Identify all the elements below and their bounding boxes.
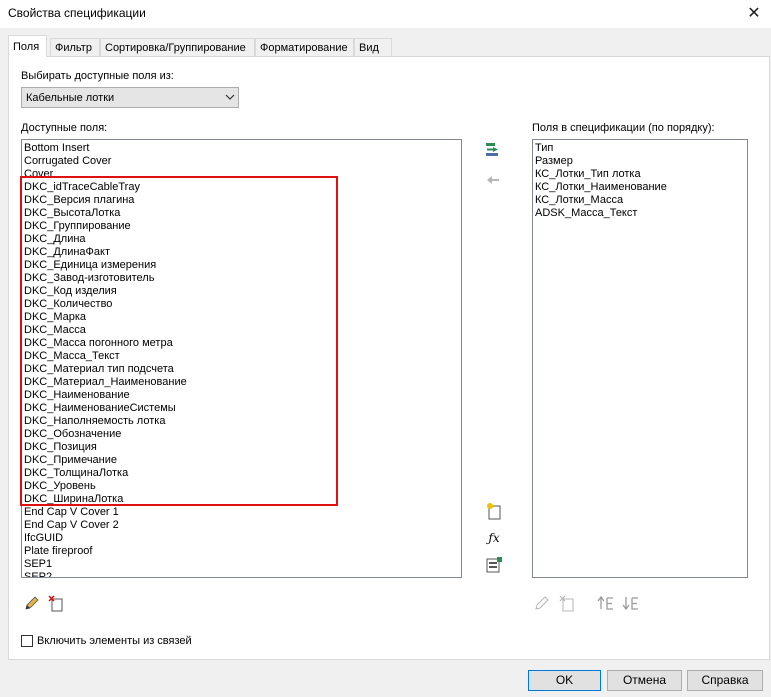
help-button[interactable]: Справка bbox=[687, 670, 763, 691]
fx-icon: ƒx bbox=[488, 531, 500, 545]
list-item[interactable]: Corrugated Cover bbox=[24, 155, 187, 168]
edit-parameter-button[interactable] bbox=[23, 594, 41, 612]
combine-parameters-icon bbox=[486, 557, 502, 573]
tab-formatting[interactable]: Форматирование bbox=[255, 38, 354, 56]
remove-field-button[interactable] bbox=[484, 171, 502, 189]
pencil-icon bbox=[535, 596, 549, 610]
cancel-button[interactable]: Отмена bbox=[607, 670, 682, 691]
add-arrow-icon bbox=[486, 143, 498, 156]
chevron-down-icon bbox=[225, 94, 235, 100]
list-item[interactable]: Размер bbox=[535, 155, 667, 168]
source-category-value: Кабельные лотки bbox=[26, 92, 115, 104]
delete-parameter-icon bbox=[48, 595, 63, 612]
list-item[interactable]: КС_Лотки_Наименование bbox=[535, 181, 667, 194]
available-fields-label: Доступные поля: bbox=[21, 122, 108, 134]
delete-parameter-icon bbox=[559, 595, 574, 612]
move-down-button[interactable] bbox=[622, 594, 640, 612]
list-item[interactable]: Bottom Insert bbox=[24, 142, 187, 155]
list-item[interactable]: SEP1 bbox=[24, 558, 187, 571]
scheduled-fields-label: Поля в спецификации (по порядку): bbox=[532, 122, 715, 134]
list-item[interactable]: End Cap V Cover 1 bbox=[24, 506, 187, 519]
combine-parameters-button[interactable] bbox=[485, 556, 503, 574]
tab-filter[interactable]: Фильтр bbox=[50, 38, 100, 56]
list-item[interactable]: End Cap V Cover 2 bbox=[24, 519, 187, 532]
pencil-icon bbox=[25, 596, 39, 610]
list-item[interactable]: ADSK_Масса_Текст bbox=[535, 207, 667, 220]
delete-parameter-button[interactable] bbox=[47, 594, 65, 612]
close-icon[interactable]: ✕ bbox=[742, 2, 766, 26]
window-title: Свойства спецификации bbox=[8, 6, 146, 20]
add-parameter-button[interactable] bbox=[485, 502, 503, 520]
calculated-value-button[interactable]: ƒx bbox=[485, 529, 503, 547]
highlight-box bbox=[20, 176, 338, 506]
list-item[interactable]: КС_Лотки_Тип лотка bbox=[535, 168, 667, 181]
tab-sorting-grouping[interactable]: Сортировка/Группирование bbox=[100, 38, 255, 56]
new-parameter-icon bbox=[487, 503, 501, 520]
tab-view[interactable]: Вид bbox=[354, 38, 392, 56]
edit-scheduled-button[interactable] bbox=[533, 594, 551, 612]
ok-button[interactable]: OK bbox=[528, 670, 601, 691]
source-label: Выбирать доступные поля из: bbox=[21, 70, 174, 82]
list-item[interactable]: Тип bbox=[535, 142, 667, 155]
scheduled-fields-list[interactable]: Тип Размер КС_Лотки_Тип лотка КС_Лотки_Наим… bbox=[532, 139, 748, 578]
move-down-icon bbox=[622, 597, 638, 611]
list-item[interactable]: КС_Лотки_Масса bbox=[535, 194, 667, 207]
move-up-icon bbox=[597, 595, 613, 610]
source-category-select[interactable]: Кабельные лотки bbox=[21, 87, 239, 108]
list-item[interactable]: IfcGUID bbox=[24, 532, 187, 545]
add-field-button[interactable] bbox=[484, 141, 502, 159]
tab-fields[interactable]: Поля bbox=[8, 35, 47, 57]
move-up-button[interactable] bbox=[597, 594, 615, 612]
list-item[interactable]: Plate fireproof bbox=[24, 545, 187, 558]
arrow-left-icon bbox=[487, 176, 499, 184]
list-item[interactable]: SEP2 bbox=[24, 571, 187, 577]
include-linked-label: Включить элементы из связей bbox=[37, 635, 192, 647]
delete-scheduled-button[interactable] bbox=[558, 594, 576, 612]
include-linked-checkbox[interactable] bbox=[21, 635, 33, 647]
